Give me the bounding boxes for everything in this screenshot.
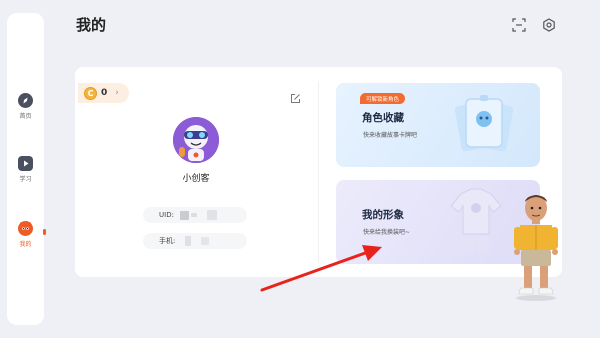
avatar-character [514, 195, 558, 301]
